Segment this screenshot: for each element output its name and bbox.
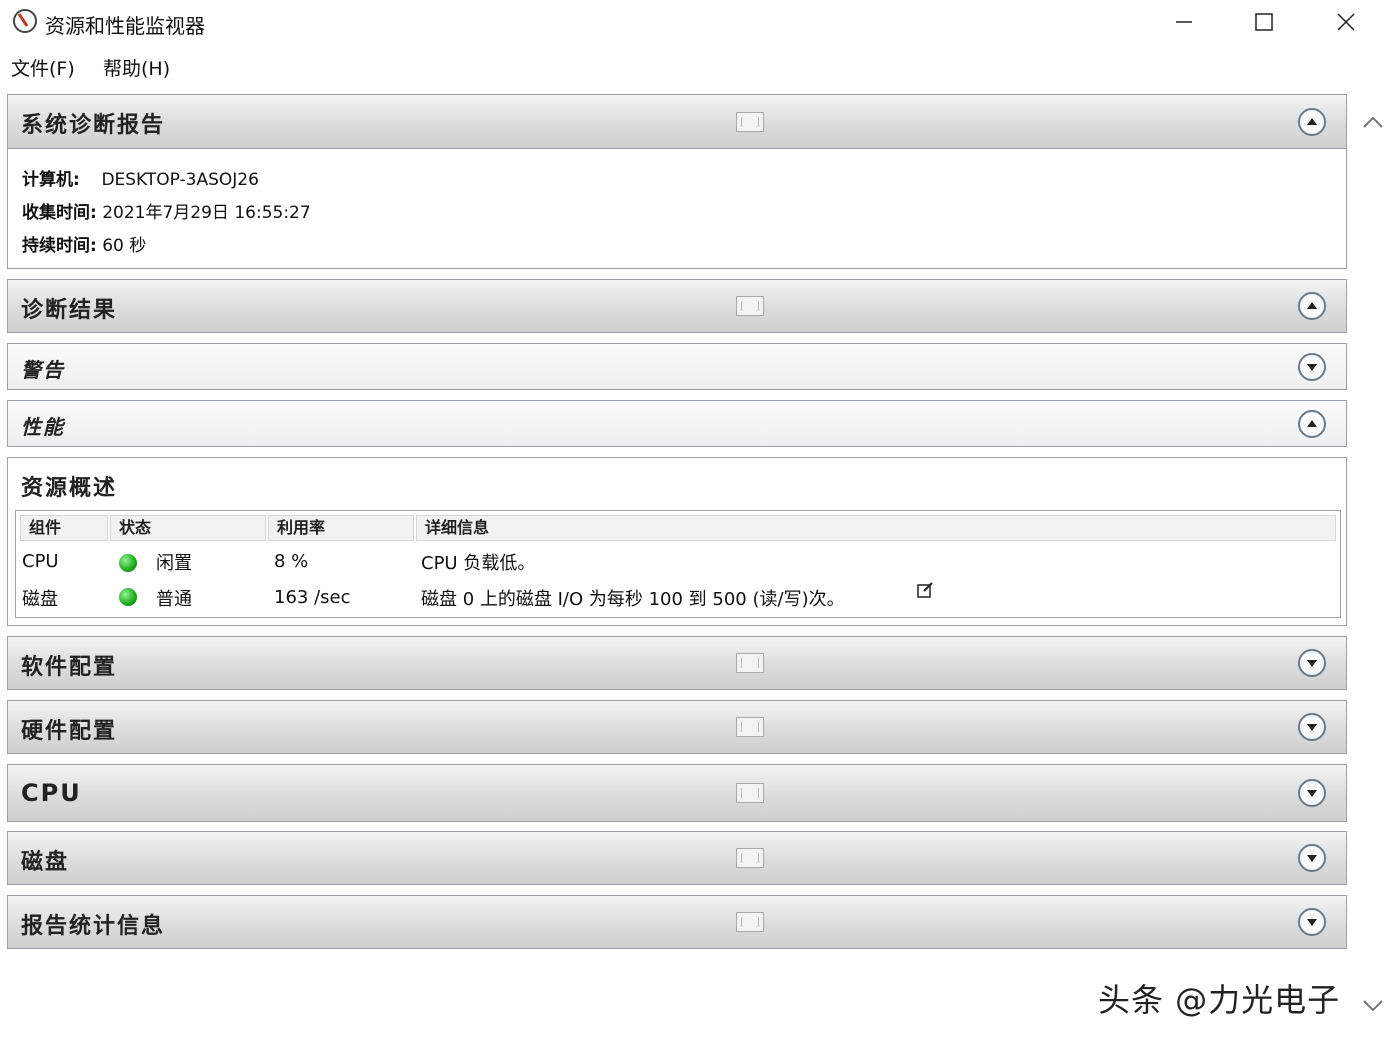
- report-content: 系统诊断报告 计算机: DESKTOP-3ASOJ26 收集时间: 2021年7…: [7, 94, 1349, 1042]
- resource-table: 组件 状态 利用率 详细信息 CPU 闲置 8 % CPU 负载低。 磁盘 普通…: [15, 510, 1341, 618]
- row-status: 普通: [156, 589, 192, 610]
- watermark: 头条 @力光电子: [1098, 981, 1341, 1019]
- section-title: 资源概述: [21, 476, 118, 501]
- menu-help[interactable]: 帮助(H): [103, 54, 170, 81]
- section-title: 报告统计信息: [21, 914, 166, 939]
- section-diagnosis[interactable]: 诊断结果: [7, 279, 1347, 333]
- menu-bar: 文件(F) 帮助(H): [0, 46, 1384, 86]
- row-usage: 163 /sec: [274, 587, 351, 608]
- window-title: 资源和性能监视器: [45, 14, 205, 38]
- section-title: CPU: [21, 779, 82, 807]
- close-icon: [1337, 13, 1355, 31]
- report-view-icon[interactable]: [736, 717, 764, 737]
- expand-toggle-icon[interactable]: [1298, 779, 1326, 807]
- menu-file[interactable]: 文件(F): [11, 54, 75, 81]
- collapse-toggle-icon[interactable]: [1298, 410, 1326, 438]
- collected-value: 2021年7月29日 16:55:27: [102, 203, 311, 223]
- collected-label: 收集时间:: [22, 203, 97, 223]
- section-report-stats[interactable]: 报告统计信息: [7, 895, 1347, 949]
- row-usage: 8 %: [274, 551, 309, 572]
- minimize-button[interactable]: [1154, 0, 1214, 44]
- column-header[interactable]: 组件: [20, 515, 108, 541]
- report-view-icon[interactable]: [736, 848, 764, 868]
- section-warning[interactable]: 警告: [7, 343, 1347, 390]
- collapse-toggle-icon[interactable]: [1298, 292, 1326, 320]
- edit-link-icon[interactable]: [916, 581, 934, 599]
- expand-toggle-icon[interactable]: [1298, 353, 1326, 381]
- section-disk[interactable]: 磁盘: [7, 831, 1347, 885]
- section-title: 性能: [21, 415, 65, 439]
- report-view-icon[interactable]: [736, 783, 764, 803]
- row-component: 磁盘: [22, 589, 58, 610]
- section-title: 系统诊断报告: [21, 113, 166, 138]
- section-title: 磁盘: [21, 850, 70, 875]
- app-gauge-icon: [13, 9, 37, 33]
- duration-label: 持续时间:: [22, 236, 97, 256]
- section-performance[interactable]: 性能: [7, 400, 1347, 447]
- section-title: 软件配置: [21, 655, 118, 680]
- report-view-icon[interactable]: [736, 296, 764, 316]
- maximize-button[interactable]: [1234, 0, 1294, 44]
- scroll-up-icon[interactable]: [1362, 114, 1384, 130]
- title-bar: 资源和性能监视器: [0, 0, 1384, 44]
- row-detail: CPU 负载低。: [421, 553, 536, 574]
- section-system-report: 系统诊断报告 计算机: DESKTOP-3ASOJ26 收集时间: 2021年7…: [7, 94, 1347, 269]
- section-hardware-config[interactable]: 硬件配置: [7, 700, 1347, 754]
- section-software-config[interactable]: 软件配置: [7, 636, 1347, 690]
- report-view-icon[interactable]: [736, 912, 764, 932]
- row-status: 闲置: [156, 553, 192, 574]
- status-ok-icon: [119, 588, 137, 606]
- close-button[interactable]: [1316, 0, 1376, 44]
- column-header[interactable]: 利用率: [268, 515, 414, 541]
- section-header[interactable]: 系统诊断报告: [8, 95, 1346, 148]
- expand-toggle-icon[interactable]: [1298, 713, 1326, 741]
- row-component: CPU: [22, 551, 59, 572]
- computer-label: 计算机:: [22, 170, 80, 190]
- expand-toggle-icon[interactable]: [1298, 649, 1326, 677]
- collapse-toggle-icon[interactable]: [1298, 108, 1326, 136]
- report-info: 计算机: DESKTOP-3ASOJ26 收集时间: 2021年7月29日 16…: [8, 148, 1346, 268]
- duration-value: 60 秒: [102, 236, 147, 256]
- column-header[interactable]: 详细信息: [416, 515, 1336, 541]
- section-title: 诊断结果: [21, 298, 118, 323]
- section-cpu[interactable]: CPU: [7, 764, 1347, 822]
- section-resource-overview: 资源概述 组件 状态 利用率 详细信息 CPU 闲置 8 % CPU 负载低。 …: [7, 457, 1347, 626]
- report-view-icon[interactable]: [736, 653, 764, 673]
- row-detail: 磁盘 0 上的磁盘 I/O 为每秒 100 到 500 (读/写)次。: [421, 589, 845, 610]
- scroll-down-icon[interactable]: [1362, 998, 1384, 1014]
- minimize-icon: [1176, 21, 1192, 23]
- section-title: 警告: [21, 358, 65, 382]
- report-view-icon[interactable]: [736, 112, 764, 132]
- computer-value: DESKTOP-3ASOJ26: [101, 170, 259, 190]
- column-header[interactable]: 状态: [110, 515, 266, 541]
- section-title: 硬件配置: [21, 719, 118, 744]
- maximize-icon: [1255, 13, 1273, 31]
- status-ok-icon: [119, 554, 137, 572]
- expand-toggle-icon[interactable]: [1298, 908, 1326, 936]
- expand-toggle-icon[interactable]: [1298, 844, 1326, 872]
